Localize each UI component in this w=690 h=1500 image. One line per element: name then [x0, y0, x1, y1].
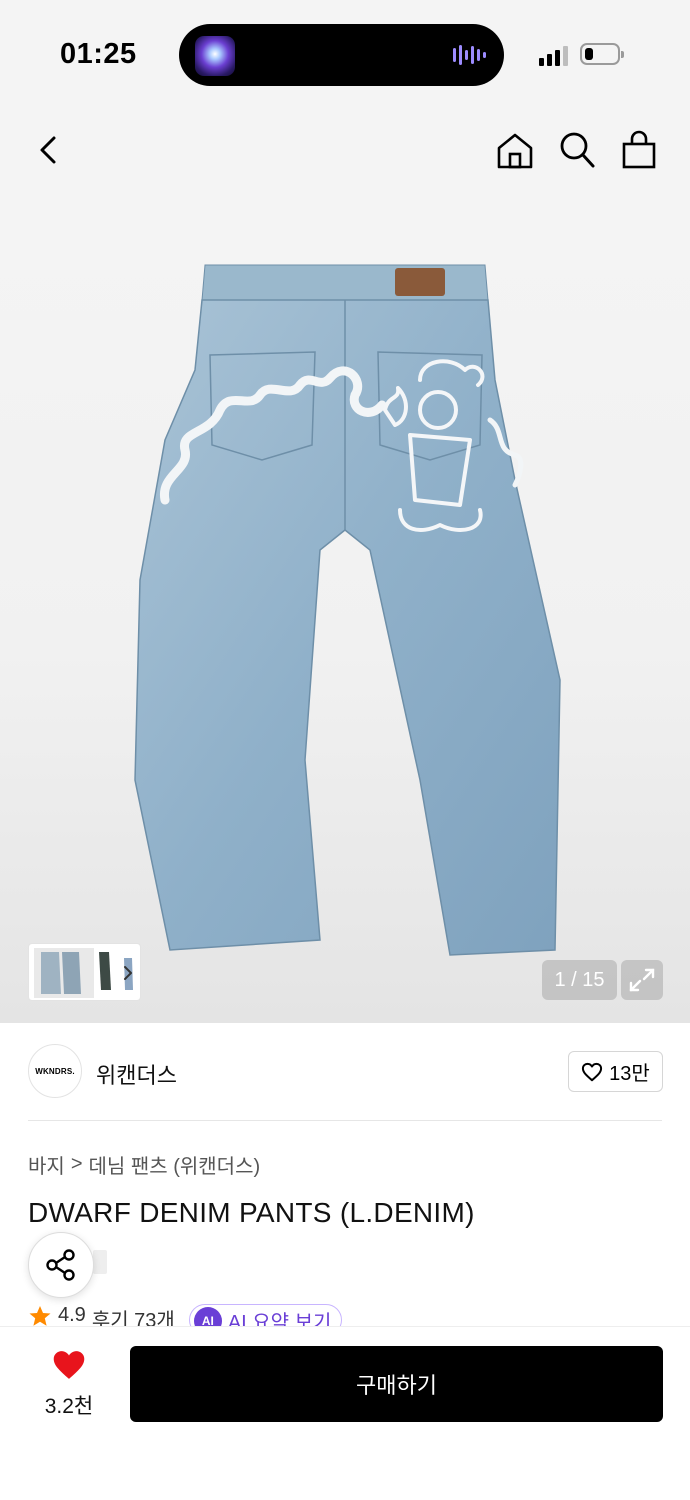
review-count[interactable]: 후기 73개 [92, 1304, 175, 1326]
shopping-bag-icon[interactable] [619, 130, 659, 170]
breadcrumb-separator: > [70, 1153, 83, 1175]
heart-filled-icon [53, 1351, 85, 1379]
breadcrumb-subcategory[interactable]: 데님 팬츠 (위캔더스) [89, 1150, 261, 1179]
home-icon[interactable] [495, 130, 535, 170]
divider [28, 1120, 662, 1121]
star-icon [29, 1306, 51, 1326]
bottom-action-bar: 3.2천 구매하기 [0, 1326, 690, 1500]
gallery-pager: 1 / 15 [542, 960, 617, 1000]
status-time: 01:25 [60, 38, 137, 70]
dynamic-island[interactable] [179, 24, 504, 86]
audio-wave-icon [453, 44, 486, 66]
buy-button[interactable]: 구매하기 [130, 1346, 663, 1422]
top-nav [0, 110, 690, 200]
expand-image-button[interactable] [621, 960, 663, 1000]
brand-like-count: 13만 [609, 1063, 650, 1085]
brand-name[interactable]: 위캔더스 [96, 1058, 177, 1090]
ai-summary-label: AI 요약 보기 [227, 1312, 332, 1326]
cellular-signal-icon [539, 44, 568, 66]
gallery-thumbnail-strip[interactable] [28, 943, 141, 1001]
back-arrow-icon[interactable] [28, 130, 68, 170]
brand-row[interactable]: WKNDRS. 위캔더스 13만 [0, 1023, 690, 1120]
search-icon[interactable] [557, 130, 597, 170]
rating-score: 4.9 [58, 1304, 86, 1326]
share-tooltip-tail [93, 1250, 107, 1274]
product-image-jeans [134, 264, 561, 956]
product-image-gallery[interactable]: 1 / 15 [0, 200, 690, 1023]
wish-count: 3.2천 [44, 1395, 94, 1418]
ai-summary-button[interactable]: AI AI 요약 보기 [188, 1304, 343, 1326]
rating-row[interactable]: 4.9 후기 73개 AI AI 요약 보기 [28, 1304, 343, 1326]
breadcrumb-category[interactable]: 바지 [28, 1150, 65, 1179]
breadcrumb: 바지 > 데님 팬츠 (위캔더스) [28, 1150, 260, 1179]
heart-outline-icon [582, 1062, 603, 1081]
wish-button[interactable]: 3.2천 [36, 1349, 102, 1420]
chevron-right-icon [124, 966, 132, 980]
brand-like-button[interactable]: 13만 [568, 1051, 663, 1092]
share-button[interactable] [28, 1232, 94, 1298]
battery-icon [580, 43, 624, 65]
brand-logo[interactable]: WKNDRS. [28, 1044, 82, 1098]
expand-icon [629, 968, 655, 992]
ai-badge: AI [193, 1306, 222, 1326]
now-playing-art [195, 36, 235, 76]
product-title: DWARF DENIM PANTS (L.DENIM) [28, 1197, 475, 1228]
share-icon [46, 1249, 75, 1281]
status-bar: 01:25 [0, 0, 690, 110]
